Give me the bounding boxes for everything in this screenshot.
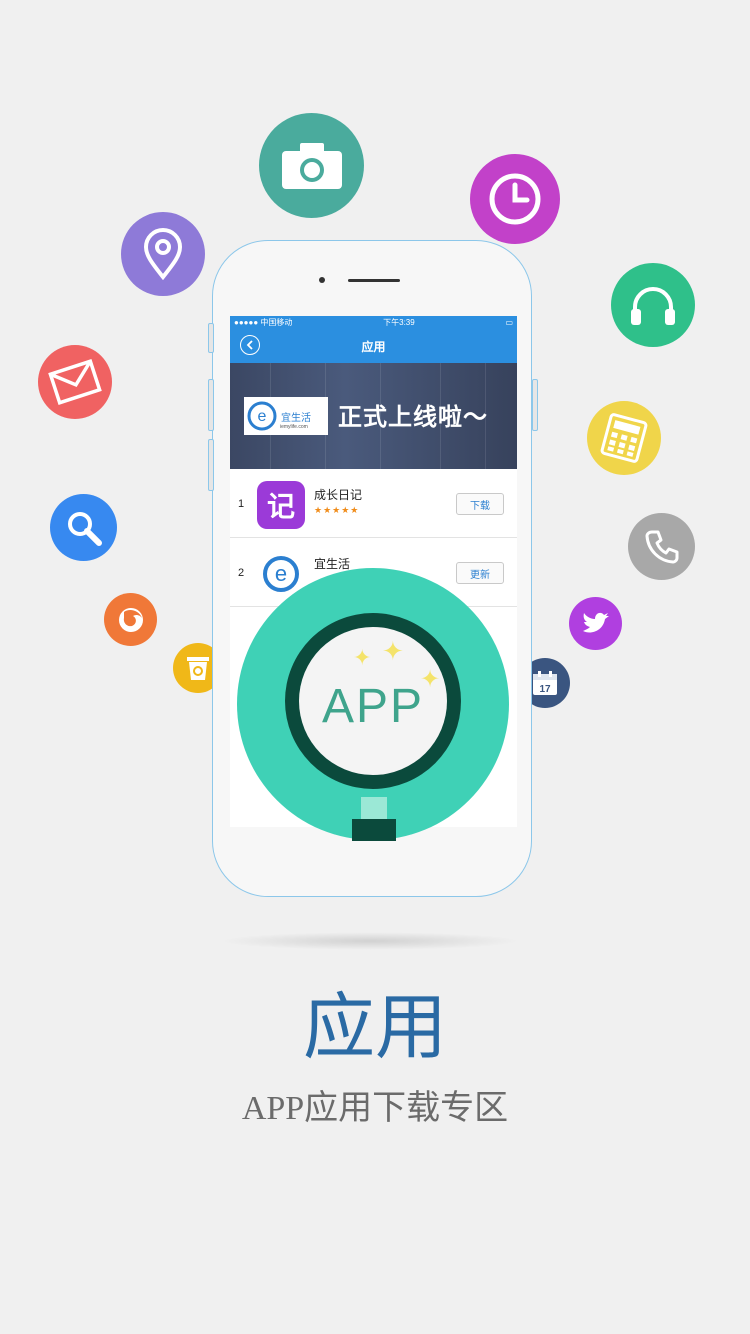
location-pin-icon [121,212,205,296]
sparkle-icon: ✦ [353,645,372,670]
magnifier-ring: APP [285,613,461,789]
phone-camera-dot [319,277,325,283]
clock-icon [470,154,560,244]
rank-number: 2 [238,567,245,579]
calculator-icon [587,401,661,475]
banner-brand-name: 宜生活 [281,412,311,424]
headset-icon [611,263,695,347]
app-magnifier-graphic: APP ✦ ✦ ✦ [237,568,509,841]
status-time: 下午3:39 [383,318,415,327]
carrier-text: ●●●●● 中国移动 [234,318,293,327]
magnifier-lens: APP [299,627,447,775]
back-button[interactable] [240,335,260,355]
magnifier-handle-bottom [352,819,396,841]
battery-icon: ▭ [505,318,513,327]
phone-mute-button [208,323,214,353]
growth-diary-app-icon: 记 [257,481,305,529]
rank-number: 1 [238,498,245,510]
mail-icon [38,345,112,419]
sparkle-icon: ✦ [382,636,404,666]
banner-brand-logo: e 宜生活 iemylife.com [244,397,328,435]
phone-volume-up-button [208,379,214,431]
nav-title: 应用 [361,339,386,354]
promo-banner[interactable]: e 宜生活 iemylife.com 正式上线啦～ [230,363,517,469]
svg-text:e: e [258,408,267,425]
app-name: 宜生活 [314,557,351,571]
banner-slogan: 正式上线啦～ [338,404,488,431]
page-subtitle: APP应用下载专区 [241,1090,509,1127]
page-title: 应用 [302,988,447,1068]
update-button[interactable]: 更新 [456,562,504,584]
list-item[interactable]: 1 记 成长日记 ★★★★★ 下载 [230,469,517,538]
phone-speaker [348,279,400,282]
chevron-left-icon [246,340,253,350]
yishenghuo-logo-icon: e [247,401,277,431]
phone-power-button [532,379,538,431]
rating-stars: ★★★★★ [314,505,360,515]
status-bar: ●●●●● 中国移动 下午3:39 ▭ [230,316,517,329]
calendar-icon-date: 17 [539,684,551,695]
phone-icon [628,513,695,580]
phone-shadow [220,932,520,950]
download-button[interactable]: 下载 [456,493,504,515]
camera-icon [259,113,364,218]
phone-volume-down-button [208,439,214,491]
app-name: 成长日记 [314,488,363,502]
banner-url: iemylife.com [280,424,308,430]
magnifier-handle-top [361,797,387,819]
sparkle-icon: ✦ [420,666,441,693]
twitter-icon [569,597,622,650]
nav-bar: 应用 [230,329,517,363]
search-icon [50,494,117,561]
firefox-icon [104,593,157,646]
svg-text:e: e [275,561,287,586]
